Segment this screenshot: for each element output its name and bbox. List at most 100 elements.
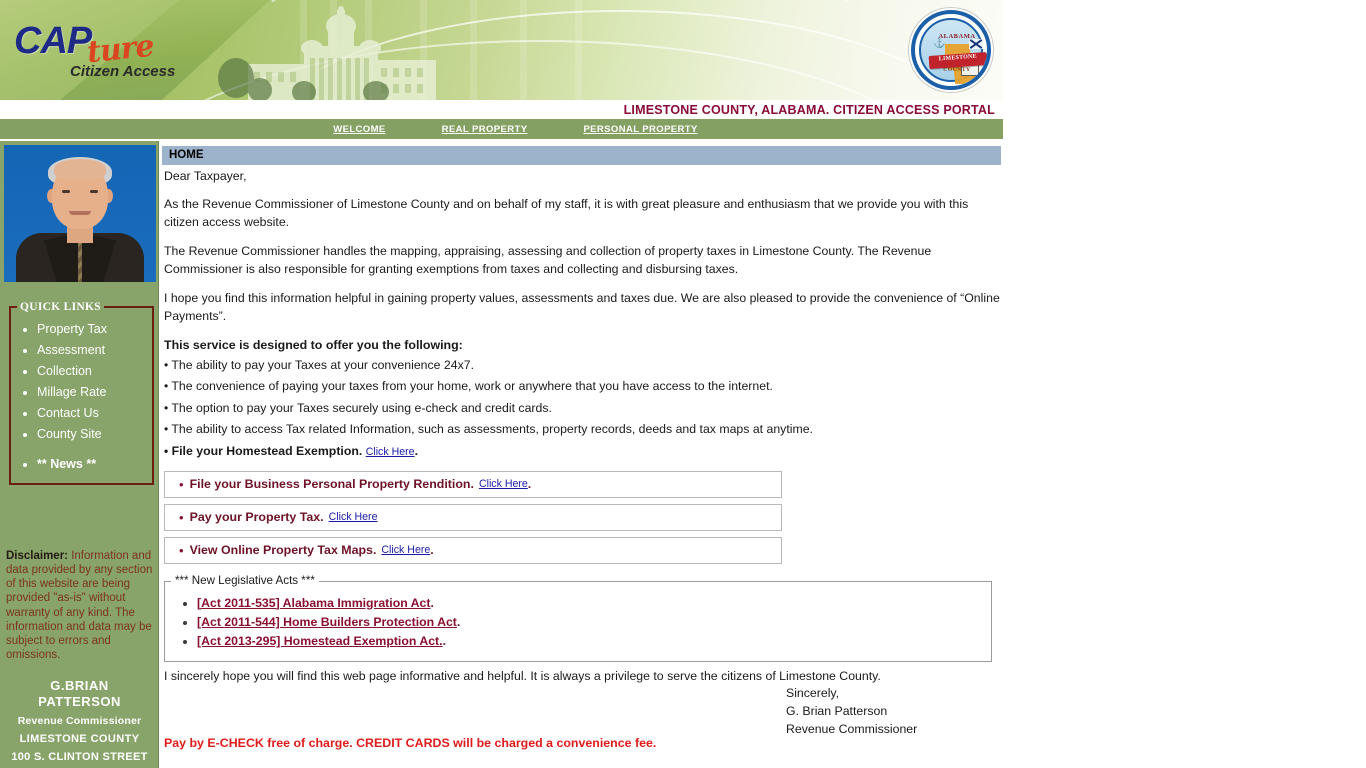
paragraph-1: As the Revenue Commissioner of Limestone… bbox=[164, 197, 969, 229]
homestead-exemption-item: • File your Homestead Exemption. Click H… bbox=[164, 443, 1000, 460]
signature-line-2: G. Brian Patterson bbox=[786, 704, 888, 719]
list-item[interactable]: Collection bbox=[37, 362, 148, 380]
service-item-text: The ability to pay your Taxes at your co… bbox=[171, 357, 474, 372]
seal-ribbon-text: LIMESTONE bbox=[938, 53, 978, 63]
seal-anchor-icon: ⚓ bbox=[933, 38, 946, 49]
service-item: • The convenience of paying your taxes f… bbox=[164, 378, 1000, 395]
services-title: This service is designed to offer you th… bbox=[164, 338, 463, 353]
sidebar-item-property-tax[interactable]: Property Tax bbox=[37, 322, 107, 336]
echeck-notice: Pay by E-CHECK free of charge. CREDIT CA… bbox=[164, 736, 657, 750]
homestead-tail: . bbox=[414, 443, 418, 458]
homestead-exemption-text: File your Homestead Exemption. bbox=[171, 443, 363, 458]
bullet-icon: • bbox=[179, 543, 184, 559]
nav-item-welcome[interactable]: WELCOME bbox=[333, 124, 385, 135]
list-item[interactable]: ** News ** bbox=[37, 455, 148, 473]
sidebar-item-assessment[interactable]: Assessment bbox=[37, 343, 105, 357]
sidebar-item-collection[interactable]: Collection bbox=[37, 364, 92, 378]
photo-forehead bbox=[54, 159, 106, 179]
list-item[interactable]: [Act 2011-544] Home Builders Protection … bbox=[197, 614, 991, 631]
action-box-label: File your Business Personal Property Ren… bbox=[189, 476, 474, 491]
signature-block: Sincerely, G. Brian Patterson Revenue Co… bbox=[786, 684, 917, 738]
sidebar-item-county-site[interactable]: County Site bbox=[37, 427, 102, 441]
bullet-icon: • bbox=[164, 422, 169, 437]
page-title: LIMESTONE COUNTY, ALABAMA. CITIZEN ACCES… bbox=[623, 103, 995, 117]
bullet-icon: • bbox=[179, 510, 184, 526]
paragraph-2: The Revenue Commissioner handles the map… bbox=[164, 244, 932, 276]
list-item[interactable]: Millage Rate bbox=[37, 383, 148, 401]
capture-logo: CAP ture Citizen Access bbox=[14, 20, 229, 82]
act-link-home-builders[interactable]: [Act 2011-544] Home Builders Protection … bbox=[197, 615, 457, 629]
nav-item-personal-property[interactable]: PERSONAL PROPERTY bbox=[583, 124, 697, 135]
main-content: HOME Dear Taxpayer, As the Revenue Commi… bbox=[161, 141, 1003, 768]
seal-flag-icon bbox=[969, 39, 983, 49]
list-item[interactable]: Assessment bbox=[37, 341, 148, 359]
sidebar-item-contact-us[interactable]: Contact Us bbox=[37, 406, 99, 420]
disclaimer-label: Disclaimer: bbox=[6, 550, 69, 562]
bullet-icon: • bbox=[179, 477, 184, 493]
quick-links-list: Property Tax Assessment Collection Milla… bbox=[15, 320, 148, 473]
action-box-view-tax-maps[interactable]: • View Online Property Tax Maps. Click H… bbox=[164, 537, 782, 565]
nav-item-real-property[interactable]: REAL PROPERTY bbox=[442, 124, 528, 135]
seal-top-text: ALABAMA bbox=[938, 33, 976, 40]
view-tax-maps-click-here-link[interactable]: Click Here bbox=[381, 543, 430, 558]
homestead-click-here-link[interactable]: Click Here bbox=[366, 446, 415, 458]
courthouse-image bbox=[218, 6, 436, 100]
act-tail: . bbox=[456, 614, 461, 629]
service-item-text: The ability to access Tax related Inform… bbox=[171, 422, 813, 437]
office-name-line1: G.BRIAN bbox=[50, 678, 109, 693]
service-item-text: The convenience of paying your taxes fro… bbox=[171, 379, 773, 394]
action-box-tail: . bbox=[527, 476, 532, 491]
action-box-business-rendition[interactable]: • File your Business Personal Property R… bbox=[164, 471, 782, 499]
bullet-icon: • bbox=[164, 357, 169, 372]
service-item: • The ability to pay your Taxes at your … bbox=[164, 357, 1000, 374]
main-navigation: WELCOME REAL PROPERTY PERSONAL PROPERTY bbox=[0, 119, 1003, 139]
site-banner: CAP ture Citizen Access bbox=[0, 0, 1003, 100]
seal-county-text: COUNTY bbox=[943, 67, 971, 73]
commissioner-photo bbox=[4, 145, 156, 282]
sidebar-item-millage-rate[interactable]: Millage Rate bbox=[37, 385, 106, 399]
list-item[interactable]: County Site bbox=[37, 425, 148, 443]
page-section-header: HOME bbox=[162, 146, 1001, 165]
act-tail: . bbox=[442, 634, 446, 649]
act-tail: . bbox=[430, 595, 434, 610]
act-link-immigration[interactable]: [Act 2011-535] Alabama Immigration Act bbox=[197, 596, 431, 610]
office-street: 100 S. CLINTON STREET bbox=[11, 750, 148, 763]
disclaimer-text: Disclaimer: Information and data provide… bbox=[6, 549, 156, 662]
action-box-pay-property-tax[interactable]: • Pay your Property Tax. Click Here bbox=[164, 504, 782, 532]
office-name: G.BRIAN PATTERSON bbox=[0, 678, 159, 710]
disclaimer-body: Information and data provided by any sec… bbox=[6, 550, 153, 661]
bullet-icon: • bbox=[164, 443, 169, 458]
closing-paragraph: I sincerely hope you will find this web … bbox=[164, 668, 881, 683]
list-item[interactable]: Contact Us bbox=[37, 404, 148, 422]
service-item: • The ability to access Tax related Info… bbox=[164, 421, 1000, 438]
photo-eye-right bbox=[90, 190, 98, 193]
signature-line-1: Sincerely, bbox=[786, 686, 840, 700]
legislative-acts-panel: *** New Legislative Acts *** [Act 2011-5… bbox=[164, 573, 992, 662]
signature-line-3: Revenue Commissioner bbox=[786, 722, 918, 737]
action-box-tail: . bbox=[430, 542, 434, 557]
office-role: Revenue Commissioner bbox=[17, 714, 142, 727]
service-item-text: The option to pay your Taxes securely us… bbox=[171, 400, 552, 415]
office-county: LIMESTONE COUNTY bbox=[19, 732, 140, 745]
legislative-acts-list: [Act 2011-535] Alabama Immigration Act. … bbox=[165, 595, 991, 651]
service-item: • The option to pay your Taxes securely … bbox=[164, 400, 1000, 417]
sidebar: QUICK LINKS Property Tax Assessment Coll… bbox=[0, 141, 159, 768]
legislative-acts-legend: *** New Legislative Acts *** bbox=[175, 574, 315, 588]
list-item[interactable]: [Act 2011-535] Alabama Immigration Act. bbox=[197, 595, 991, 612]
action-box-label: View Online Property Tax Maps. bbox=[189, 542, 377, 557]
list-item[interactable]: Property Tax bbox=[37, 320, 148, 338]
quick-links-legend: QUICK LINKS bbox=[20, 301, 101, 313]
bullet-icon: • bbox=[164, 400, 169, 415]
seal-inner-disc: ⚓ ALABAMA LIMESTONE COUNTY bbox=[919, 18, 987, 84]
act-link-homestead-exemption[interactable]: [Act 2013-295] Homestead Exemption Act. bbox=[197, 634, 443, 648]
pay-property-tax-click-here-link[interactable]: Click Here bbox=[329, 510, 378, 525]
office-info: G.BRIAN PATTERSON Revenue Commissioner L… bbox=[0, 678, 159, 763]
business-rendition-click-here-link[interactable]: Click Here bbox=[479, 477, 528, 492]
list-item[interactable]: [Act 2013-295] Homestead Exemption Act.. bbox=[197, 633, 991, 650]
salutation: Dear Taxpayer, bbox=[164, 169, 247, 183]
quick-links-panel: QUICK LINKS Property Tax Assessment Coll… bbox=[9, 301, 154, 485]
county-seal-icon: ⚓ ALABAMA LIMESTONE COUNTY bbox=[911, 10, 991, 90]
photo-mouth bbox=[69, 211, 91, 215]
letter-body: Dear Taxpayer, As the Revenue Commission… bbox=[164, 168, 1000, 685]
sidebar-item-news[interactable]: ** News ** bbox=[37, 457, 96, 471]
